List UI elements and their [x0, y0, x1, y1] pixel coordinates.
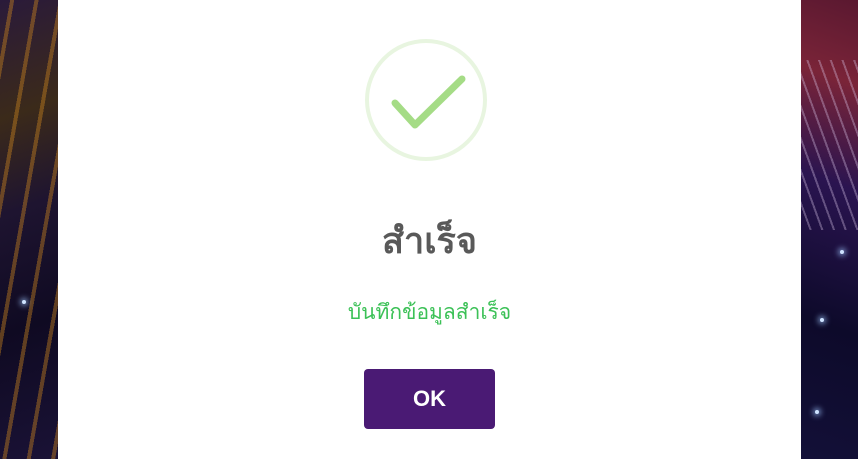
ok-button[interactable]: OK	[364, 369, 495, 429]
background-left-stripes	[0, 0, 60, 459]
background-right-lights	[800, 60, 858, 230]
check-circle-icon	[365, 39, 487, 161]
background-light-dot	[840, 250, 844, 254]
background-light-dot	[820, 318, 824, 322]
dialog-title: สำเร็จ	[382, 221, 477, 262]
background-light-dot	[815, 410, 819, 414]
background-light-dot	[22, 300, 26, 304]
dialog-message: บันทึกข้อมูลสำเร็จ	[347, 300, 512, 324]
success-dialog: สำเร็จ บันทึกข้อมูลสำเร็จ OK	[58, 0, 801, 459]
